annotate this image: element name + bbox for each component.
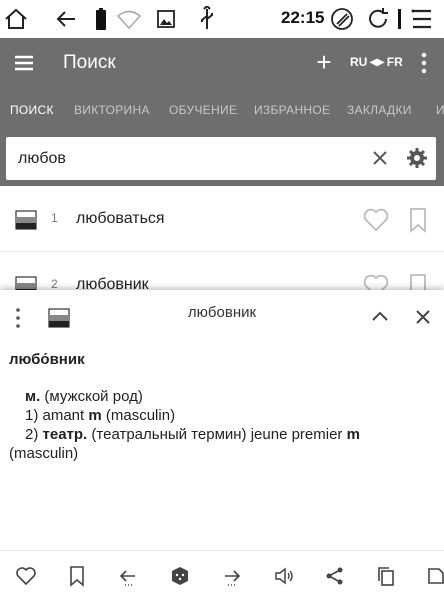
back-arrow-icon[interactable]: [52, 4, 80, 34]
gender-text: (мужской род): [40, 388, 143, 405]
entry-sheet: любовник любо́вник м. (мужской род) 1) a…: [0, 290, 444, 550]
entry-sense-1: 1) amant m (masculin): [9, 406, 434, 425]
chevron-up-icon[interactable]: [370, 307, 390, 327]
heart-icon[interactable]: [362, 207, 390, 233]
entry-sense-2-cont: (masculin): [9, 445, 79, 462]
share-icon[interactable]: [323, 564, 347, 588]
clock: 22:15: [281, 8, 325, 27]
plus-icon[interactable]: +: [312, 49, 336, 75]
kebab-menu-icon[interactable]: [418, 51, 430, 75]
entry-sense-2: 2) театр. (театральный термин) jeune pre…: [9, 425, 434, 444]
tab-bar: ПОИСК ВИКТОРИНА ОБУЧЕНИЕ ИЗБРАННОЕ ЗАКЛА…: [0, 88, 444, 134]
search-input[interactable]: любов: [6, 137, 436, 180]
previous-icon[interactable]: [116, 564, 140, 588]
wifi-icon: [115, 4, 143, 34]
result-word: любоваться: [76, 210, 165, 227]
search-value: любов: [18, 150, 66, 167]
sense1-note: (masculin): [101, 407, 176, 424]
divider-icon: [396, 4, 404, 34]
result-number: 2: [51, 277, 58, 291]
battery-icon: [87, 4, 115, 34]
dictionary-entry: любо́вник м. (мужской род) 1) amant m (m…: [9, 350, 434, 463]
random-dice-icon[interactable]: [168, 564, 192, 588]
hamburger-menu-icon[interactable]: [12, 50, 38, 76]
refresh-icon[interactable]: [364, 4, 392, 34]
tab-quiz[interactable]: ВИКТОРИНА: [74, 103, 150, 117]
copy-icon[interactable]: [374, 564, 398, 588]
sense2-gender: m: [346, 426, 360, 443]
bottom-toolbar: [0, 550, 444, 600]
app-bar: Поиск + RU ◀▶ FR: [0, 38, 444, 88]
tab-search[interactable]: ПОИСК: [10, 103, 54, 117]
app-title: Поиск: [63, 52, 116, 73]
gender-abbr: м.: [25, 388, 41, 405]
home-icon[interactable]: [2, 4, 30, 34]
search-bar: любов: [0, 134, 444, 186]
list-item[interactable]: 1 любоваться: [0, 190, 444, 252]
swap-arrows-icon: ◀▶: [369, 56, 385, 68]
broom-icon[interactable]: [328, 4, 356, 34]
sense2-number: 2): [25, 426, 43, 443]
bookmark-icon[interactable]: [65, 564, 89, 588]
bookmark-icon[interactable]: [407, 207, 429, 233]
close-icon[interactable]: [413, 307, 433, 327]
lang-to: FR: [386, 55, 403, 69]
image-icon: [152, 4, 180, 34]
speaker-icon[interactable]: [272, 564, 296, 588]
entry-headword: любо́вник: [9, 351, 85, 368]
sense1-text: 1) amant: [25, 407, 89, 424]
lang-from: RU: [350, 55, 368, 69]
sense2-label: театр.: [42, 426, 88, 443]
tab-more[interactable]: И: [436, 103, 444, 117]
flag-icon: [15, 210, 37, 230]
menu-lines-icon[interactable]: [408, 4, 436, 34]
tab-learning[interactable]: ОБУЧЕНИЕ: [169, 103, 237, 117]
entry-gender-line: м. (мужской род): [9, 387, 434, 406]
heart-icon[interactable]: [14, 564, 38, 588]
result-number: 1: [51, 211, 58, 225]
tab-bookmarks[interactable]: ЗАКЛАДКИ: [347, 103, 412, 117]
next-icon[interactable]: [220, 564, 244, 588]
gear-icon[interactable]: [405, 146, 429, 170]
close-icon[interactable]: [369, 147, 391, 169]
language-switcher[interactable]: RU ◀▶ FR: [350, 55, 403, 69]
usb-icon: [193, 4, 221, 34]
sense2-text: (театральный термин) jeune premier: [87, 426, 347, 443]
status-bar: 22:15: [0, 0, 444, 38]
tab-favorites[interactable]: ИЗБРАННОЕ: [254, 103, 330, 117]
edit-icon[interactable]: [424, 564, 444, 588]
sense1-gender: m: [88, 407, 102, 424]
